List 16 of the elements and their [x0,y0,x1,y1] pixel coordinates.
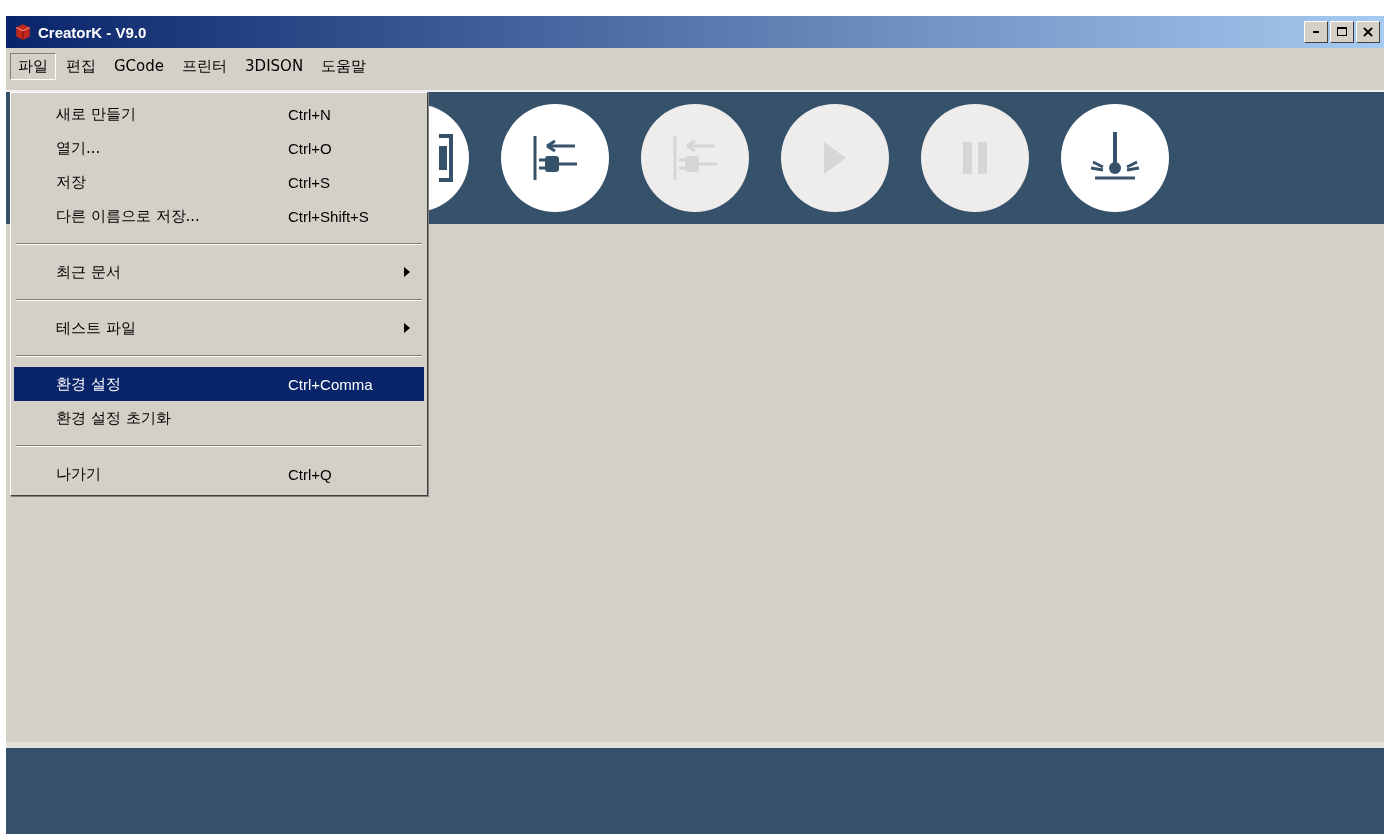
menu-item[interactable]: 다른 이름으로 저장... Ctrl+Shift+S [14,199,424,233]
menu-item[interactable]: 파일 [10,52,56,80]
menu-item[interactable]: 나가기 Ctrl+Q [14,457,424,491]
menu-item[interactable]: GCode [106,53,173,79]
menu-item[interactable]: 환경 설정 초기화 [14,401,424,435]
menu-item[interactable]: 프린터 [174,52,236,80]
menu-item[interactable]: 열기... Ctrl+O [14,131,424,165]
window-title: CreatorK - V9.0 [38,23,147,41]
menu-item[interactable]: 최근 문서 [14,255,424,289]
menu-item[interactable]: 3DISON [237,53,312,79]
menu-item[interactable]: 저장 Ctrl+S [14,165,424,199]
menu-item[interactable]: 테스트 파일 [14,311,424,345]
menu-item[interactable]: 편집 [58,52,104,80]
menu-item[interactable]: 환경 설정 Ctrl+Comma [14,367,424,401]
menu-item[interactable]: 새로 만들기 Ctrl+N [14,97,424,131]
menu-item[interactable]: 도움말 [313,52,375,80]
